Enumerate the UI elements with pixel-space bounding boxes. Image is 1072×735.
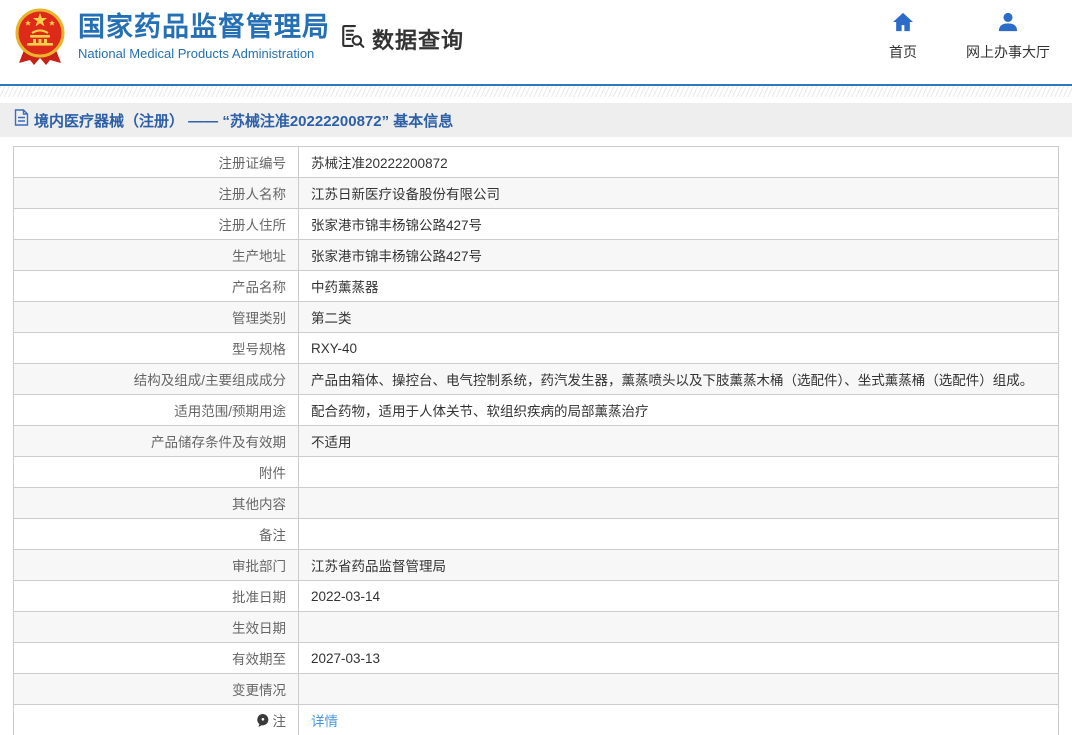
- table-row: 注 详情: [14, 705, 1058, 735]
- row-value: 苏械注准20222200872: [299, 147, 1058, 177]
- row-label: 注册证编号: [14, 147, 299, 177]
- nav-item-label: 首页: [889, 42, 917, 62]
- row-value: 不适用: [299, 426, 1058, 456]
- org-names: 国家药品监督管理局 National Medical Products Admi…: [78, 13, 330, 61]
- data-query-section[interactable]: 数据查询: [338, 22, 464, 55]
- table-row: 其他内容: [14, 488, 1058, 519]
- row-label: 注册人名称: [14, 178, 299, 208]
- row-value: 2027-03-13: [299, 643, 1058, 673]
- row-label: 生效日期: [14, 612, 299, 642]
- row-value: 产品由箱体、操控台、电气控制系统，药汽发生器，薰蒸喷头以及下肢薰蒸木桶（选配件）…: [299, 364, 1058, 394]
- note-icon: [256, 713, 269, 728]
- row-value: 详情: [299, 705, 1058, 735]
- table-row: 生效日期: [14, 612, 1058, 643]
- document-icon: [14, 109, 29, 131]
- row-label: 备注: [14, 519, 299, 549]
- table-row: 有效期至 2027-03-13: [14, 643, 1058, 674]
- table-row: 审批部门 江苏省药品监督管理局: [14, 550, 1058, 581]
- row-label: 审批部门: [14, 550, 299, 580]
- org-name-en: National Medical Products Administration: [78, 46, 330, 61]
- row-label-text: 注: [273, 710, 287, 730]
- row-value: 张家港市锦丰杨锦公路427号: [299, 209, 1058, 239]
- table-row: 结构及组成/主要组成成分 产品由箱体、操控台、电气控制系统，药汽发生器，薰蒸喷头…: [14, 364, 1058, 395]
- top-nav: 首页 网上办事大厅: [878, 12, 1050, 62]
- row-value: 配合药物，适用于人体关节、软组织疾病的局部薰蒸治疗: [299, 395, 1058, 425]
- home-icon: [892, 12, 914, 37]
- row-label: 注: [14, 705, 299, 735]
- national-emblem-icon[interactable]: [10, 6, 70, 68]
- row-value: [299, 488, 1058, 518]
- breadcrumb: 境内医疗器械（注册） —— “苏械注准20222200872” 基本信息: [0, 103, 1072, 137]
- data-query-label: 数据查询: [372, 23, 464, 55]
- row-label: 产品储存条件及有效期: [14, 426, 299, 456]
- row-label: 生产地址: [14, 240, 299, 270]
- user-icon: [997, 12, 1019, 37]
- table-row: 批准日期 2022-03-14: [14, 581, 1058, 612]
- details-link[interactable]: 详情: [311, 710, 338, 730]
- row-value: [299, 519, 1058, 549]
- row-label: 型号规格: [14, 333, 299, 363]
- row-value: 江苏省药品监督管理局: [299, 550, 1058, 580]
- row-label: 管理类别: [14, 302, 299, 332]
- row-label: 结构及组成/主要组成成分: [14, 364, 299, 394]
- table-row: 备注: [14, 519, 1058, 550]
- table-row: 生产地址 张家港市锦丰杨锦公路427号: [14, 240, 1058, 271]
- hatch-pattern-strip: [0, 86, 1072, 97]
- row-value: RXY-40: [299, 333, 1058, 363]
- nav-item-label: 网上办事大厅: [966, 42, 1050, 62]
- table-row: 附件: [14, 457, 1058, 488]
- page-header: 国家药品监督管理局 National Medical Products Admi…: [0, 0, 1072, 84]
- row-label: 注册人住所: [14, 209, 299, 239]
- breadcrumb-text: 境内医疗器械（注册） —— “苏械注准20222200872” 基本信息: [34, 110, 453, 131]
- row-value: [299, 612, 1058, 642]
- table-row: 变更情况: [14, 674, 1058, 705]
- row-value: 中药薰蒸器: [299, 271, 1058, 301]
- table-row: 注册人住所 张家港市锦丰杨锦公路427号: [14, 209, 1058, 240]
- row-value: 江苏日新医疗设备股份有限公司: [299, 178, 1058, 208]
- table-row: 注册证编号 苏械注准20222200872: [14, 147, 1058, 178]
- row-value: [299, 457, 1058, 487]
- table-row: 注册人名称 江苏日新医疗设备股份有限公司: [14, 178, 1058, 209]
- row-label: 附件: [14, 457, 299, 487]
- org-name-zh: 国家药品监督管理局: [78, 13, 330, 43]
- nav-item-home[interactable]: 首页: [878, 12, 928, 62]
- row-value: 2022-03-14: [299, 581, 1058, 611]
- table-row: 适用范围/预期用途 配合药物，适用于人体关节、软组织疾病的局部薰蒸治疗: [14, 395, 1058, 426]
- row-label: 有效期至: [14, 643, 299, 673]
- table-row: 管理类别 第二类: [14, 302, 1058, 333]
- row-label: 产品名称: [14, 271, 299, 301]
- row-label: 适用范围/预期用途: [14, 395, 299, 425]
- table-row: 型号规格 RXY-40: [14, 333, 1058, 364]
- row-value: 张家港市锦丰杨锦公路427号: [299, 240, 1058, 270]
- data-query-icon: [338, 22, 366, 55]
- table-row: 产品名称 中药薰蒸器: [14, 271, 1058, 302]
- registration-info-table: 注册证编号 苏械注准20222200872 注册人名称 江苏日新医疗设备股份有限…: [13, 146, 1059, 735]
- table-row: 产品储存条件及有效期 不适用: [14, 426, 1058, 457]
- nav-item-service-hall[interactable]: 网上办事大厅: [966, 12, 1050, 62]
- row-label: 批准日期: [14, 581, 299, 611]
- row-value: 第二类: [299, 302, 1058, 332]
- row-value: [299, 674, 1058, 704]
- row-label: 变更情况: [14, 674, 299, 704]
- row-label: 其他内容: [14, 488, 299, 518]
